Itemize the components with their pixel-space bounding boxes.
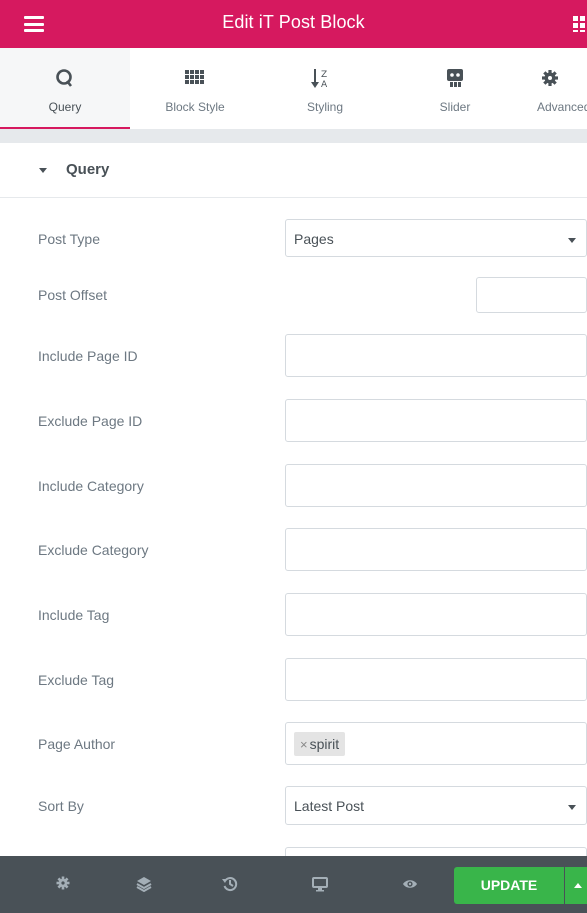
include-category-label: Include Category	[38, 478, 144, 494]
widgets-grid-icon[interactable]	[573, 16, 587, 32]
sort-by-label: Sort By	[38, 798, 84, 814]
chevron-down-icon	[568, 805, 576, 810]
slider-icon	[390, 68, 520, 90]
include-category-input[interactable]	[285, 464, 587, 507]
post-offset-input[interactable]	[476, 277, 587, 313]
tab-label: Slider	[439, 100, 471, 114]
exclude-page-id-label: Exclude Page ID	[38, 413, 143, 429]
tab-label: Block Style	[165, 100, 225, 114]
exclude-page-id-input[interactable]	[285, 399, 587, 442]
layers-icon	[136, 877, 152, 892]
include-tag-field[interactable]	[286, 594, 586, 635]
tab-label: Styling	[306, 100, 344, 114]
page-author-label: Page Author	[38, 736, 116, 752]
tab-label: Advanced	[537, 100, 587, 114]
grid-icon	[130, 68, 260, 90]
editor-header: Edit iT Post Block	[0, 0, 587, 48]
include-page-id-input[interactable]	[285, 334, 587, 377]
panel-tabs: Query Block Style Z A Styling Slider Adv…	[0, 48, 587, 130]
preview-button[interactable]	[380, 856, 440, 913]
query-panel: Query Post Type Pages Post Offset Includ…	[0, 143, 587, 856]
post-offset-label: Post Offset	[38, 287, 107, 303]
desktop-icon	[312, 877, 328, 892]
sort-by-value: Latest Post	[294, 798, 365, 814]
eye-icon	[403, 880, 417, 888]
tab-label: Query	[48, 100, 82, 114]
tabs-divider	[0, 129, 587, 143]
sort-alpha-icon: Z A	[260, 68, 390, 90]
include-page-id-field[interactable]	[286, 335, 586, 376]
exclude-tag-input[interactable]	[285, 658, 587, 701]
include-tag-label: Include Tag	[38, 607, 110, 623]
section-query-header[interactable]: Query	[0, 143, 587, 198]
chevron-down-icon	[568, 238, 576, 243]
exclude-tag-label: Exclude Tag	[38, 672, 115, 688]
editor-footer: UPDATE	[0, 856, 587, 913]
responsive-mode-button[interactable]	[290, 856, 350, 913]
post-type-label: Post Type	[38, 231, 101, 247]
gear-icon	[56, 876, 70, 890]
include-page-id-label: Include Page ID	[38, 348, 138, 364]
update-options-button[interactable]	[565, 867, 587, 904]
exclude-category-input[interactable]	[285, 528, 587, 571]
navigator-button[interactable]	[114, 856, 174, 913]
exclude-category-field[interactable]	[286, 529, 586, 570]
search-icon	[0, 68, 130, 90]
settings-button[interactable]	[34, 856, 94, 913]
history-button[interactable]	[200, 856, 260, 913]
remove-chip-icon[interactable]: ×	[300, 737, 308, 752]
update-button[interactable]: UPDATE	[454, 867, 564, 904]
exclude-tag-field[interactable]	[286, 659, 586, 700]
include-category-field[interactable]	[286, 465, 586, 506]
caret-up-icon	[574, 883, 582, 888]
exclude-page-id-field[interactable]	[286, 400, 586, 441]
history-icon	[222, 877, 238, 892]
post-type-value: Pages	[294, 231, 334, 247]
author-chip-label: spirit	[309, 736, 340, 752]
tab-styling[interactable]: Z A Styling	[260, 48, 390, 129]
post-type-select[interactable]: Pages	[285, 219, 587, 257]
next-field-input[interactable]	[285, 847, 587, 856]
tab-slider[interactable]: Slider	[390, 48, 520, 129]
svg-text:Z: Z	[321, 70, 327, 80]
gear-icon	[520, 68, 587, 90]
section-title: Query	[66, 161, 110, 178]
exclude-category-label: Exclude Category	[38, 542, 149, 558]
tab-query[interactable]: Query	[0, 48, 130, 130]
panel-title: Edit iT Post Block	[222, 12, 365, 32]
include-tag-input[interactable]	[285, 593, 587, 636]
post-offset-field[interactable]	[477, 278, 586, 312]
tab-block-style[interactable]: Block Style	[130, 48, 260, 129]
sort-by-select[interactable]: Latest Post	[285, 786, 587, 825]
svg-text:A: A	[321, 80, 328, 90]
tab-advanced[interactable]: Advanced	[520, 48, 587, 129]
caret-down-icon	[39, 168, 47, 173]
page-author-multiselect[interactable]: × spirit	[285, 722, 587, 765]
author-chip: × spirit	[294, 732, 346, 756]
